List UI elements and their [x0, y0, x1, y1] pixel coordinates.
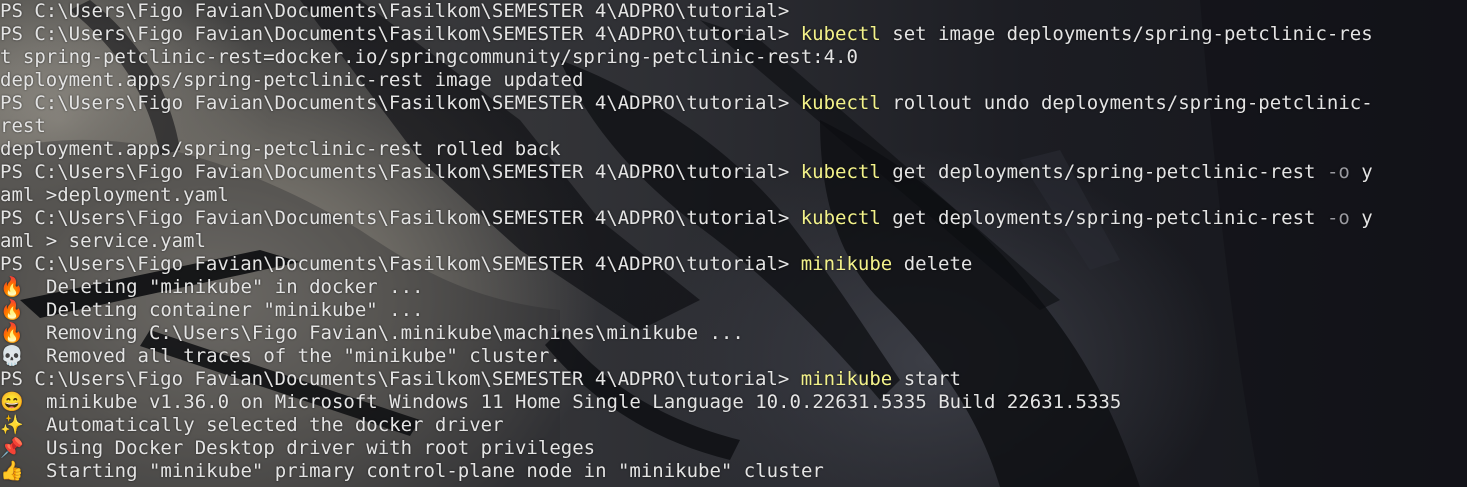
command-args: rollout undo deployments/spring-petclini… — [880, 92, 1373, 114]
command-name: minikube — [800, 253, 893, 275]
terminal-window[interactable]: PS C:\Users\Figo Favian\Documents\Fasilk… — [0, 0, 1467, 487]
terminal-line: 🔥 Removing C:\Users\Figo Favian\.minikube… — [0, 322, 1467, 345]
terminal-line: aml > service.yaml — [0, 230, 1467, 253]
command-args: delete — [892, 253, 973, 275]
command-args: get deployments/spring-petclinic-rest — [880, 161, 1327, 183]
terminal-line: 🔥 Deleting "minikube" in docker ... — [0, 276, 1467, 299]
skull-icon: 💀 — [0, 345, 24, 367]
shell-prompt: PS C:\Users\Figo Favian\Documents\Fasilk… — [0, 368, 801, 390]
shell-prompt: PS C:\Users\Figo Favian\Documents\Fasilk… — [0, 253, 801, 275]
terminal-line: 🔥 Deleting container "minikube" ... — [0, 299, 1467, 322]
output-text: Removing C:\Users\Figo Favian\.minikube\… — [46, 322, 744, 344]
terminal-line: PS C:\Users\Figo Favian\Documents\Fasilk… — [0, 161, 1467, 184]
command-name: kubectl — [800, 92, 881, 114]
command-args: y — [1349, 161, 1373, 183]
terminal-line: 👍 Starting "minikube" primary control-pla… — [0, 460, 1467, 483]
command-flag: -o — [1326, 161, 1350, 183]
smile-icon: 😄 — [0, 391, 24, 413]
terminal-line: 😄 minikube v1.36.0 on Microsoft Windows 1… — [0, 391, 1467, 414]
terminal-output[interactable]: PS C:\Users\Figo Favian\Documents\Fasilk… — [0, 0, 1467, 483]
terminal-line: rest — [0, 115, 1467, 138]
terminal-line: deployment.apps/spring-petclinic-rest im… — [0, 69, 1467, 92]
command-flag: -o — [1326, 207, 1350, 229]
terminal-line: PS C:\Users\Figo Favian\Documents\Fasilk… — [0, 0, 1467, 23]
output-text: deployment.apps/spring-petclinic-rest im… — [0, 69, 584, 91]
terminal-line: PS C:\Users\Figo Favian\Documents\Fasilk… — [0, 368, 1467, 391]
shell-prompt: PS C:\Users\Figo Favian\Documents\Fasilk… — [0, 207, 801, 229]
output-text: Deleting "minikube" in docker ... — [46, 276, 424, 298]
terminal-line: t spring-petclinic-rest=docker.io/spring… — [0, 46, 1467, 69]
command-name: kubectl — [800, 161, 881, 183]
output-text: Using Docker Desktop driver with root pr… — [46, 437, 596, 459]
thumbs-up-icon: 👍 — [0, 460, 24, 482]
command-args: set image deployments/spring-petclinic-r… — [880, 23, 1373, 45]
output-text: rest — [0, 115, 46, 137]
terminal-line: PS C:\Users\Figo Favian\Documents\Fasilk… — [0, 207, 1467, 230]
output-text: t spring-petclinic-rest=docker.io/spring… — [0, 46, 858, 68]
command-args: get deployments/spring-petclinic-rest — [880, 207, 1327, 229]
terminal-line: PS C:\Users\Figo Favian\Documents\Fasilk… — [0, 253, 1467, 276]
output-text: Removed all traces of the "minikube" clu… — [46, 345, 561, 367]
output-text: aml > service.yaml — [0, 230, 206, 252]
command-name: kubectl — [800, 23, 881, 45]
fire-icon: 🔥 — [0, 299, 24, 321]
command-name: kubectl — [800, 207, 881, 229]
sparkles-icon: ✨ — [0, 414, 24, 436]
command-args: y — [1349, 207, 1373, 229]
fire-icon: 🔥 — [0, 276, 24, 298]
terminal-line: ✨ Automatically selected the docker drive… — [0, 414, 1467, 437]
shell-prompt: PS C:\Users\Figo Favian\Documents\Fasilk… — [0, 0, 801, 22]
command-args: start — [892, 368, 961, 390]
output-text: Automatically selected the docker driver — [46, 414, 504, 436]
output-text: minikube v1.36.0 on Microsoft Windows 11… — [46, 391, 1122, 413]
terminal-line: PS C:\Users\Figo Favian\Documents\Fasilk… — [0, 92, 1467, 115]
output-text: aml >deployment.yaml — [0, 184, 229, 206]
shell-prompt: PS C:\Users\Figo Favian\Documents\Fasilk… — [0, 92, 801, 114]
shell-prompt: PS C:\Users\Figo Favian\Documents\Fasilk… — [0, 23, 801, 45]
terminal-line: 💀 Removed all traces of the "minikube" cl… — [0, 345, 1467, 368]
terminal-line: 📌 Using Docker Desktop driver with root p… — [0, 437, 1467, 460]
pushpin-icon: 📌 — [0, 437, 24, 459]
output-text: deployment.apps/spring-petclinic-rest ro… — [0, 138, 561, 160]
output-text: Starting "minikube" primary control-plan… — [46, 460, 824, 482]
terminal-line: PS C:\Users\Figo Favian\Documents\Fasilk… — [0, 23, 1467, 46]
shell-prompt: PS C:\Users\Figo Favian\Documents\Fasilk… — [0, 161, 801, 183]
output-text: Deleting container "minikube" ... — [46, 299, 424, 321]
fire-icon: 🔥 — [0, 322, 24, 344]
terminal-line: deployment.apps/spring-petclinic-rest ro… — [0, 138, 1467, 161]
command-name: minikube — [800, 368, 893, 390]
terminal-line: aml >deployment.yaml — [0, 184, 1467, 207]
